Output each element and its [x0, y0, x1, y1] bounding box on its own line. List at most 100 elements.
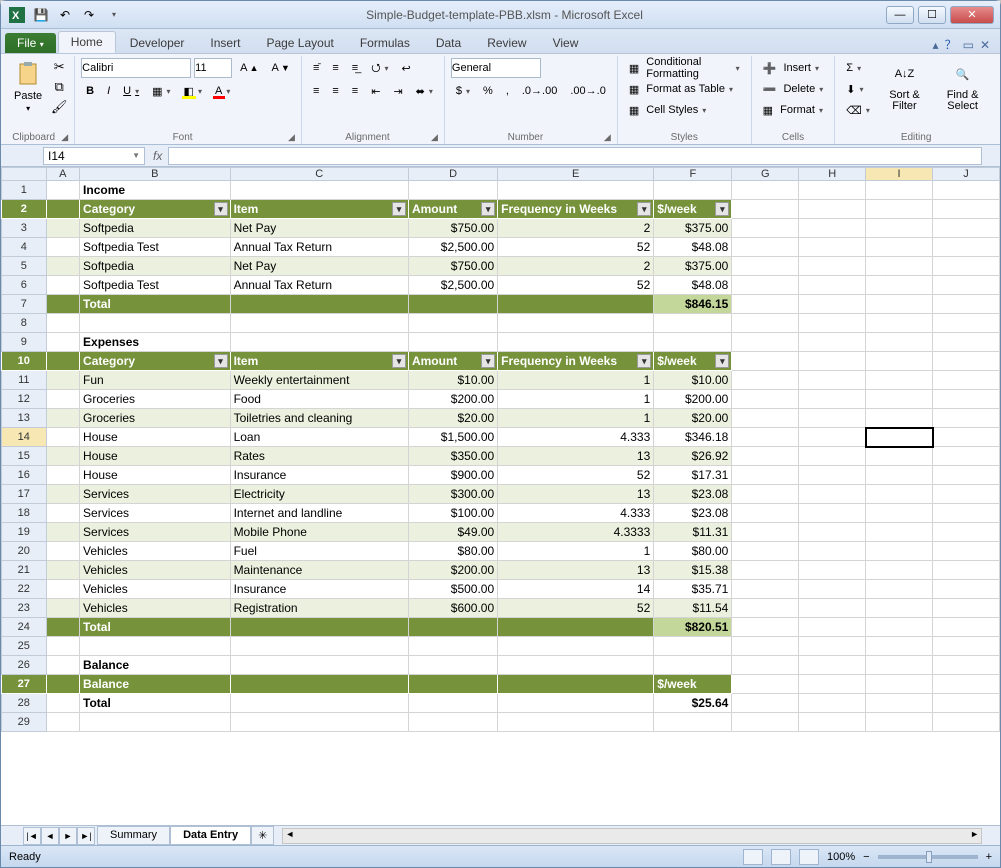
- cell-G29[interactable]: [732, 713, 799, 732]
- cell-I4[interactable]: [866, 238, 933, 257]
- save-icon[interactable]: 💾: [31, 5, 51, 25]
- cell-E14[interactable]: 4.333: [498, 428, 654, 447]
- cell-J8[interactable]: [933, 314, 1000, 333]
- cell-I19[interactable]: [866, 523, 933, 542]
- cell-E20[interactable]: 1: [498, 542, 654, 561]
- cell-D29[interactable]: [408, 713, 497, 732]
- cell-H16[interactable]: [799, 466, 866, 485]
- cell-F15[interactable]: $26.92: [654, 447, 732, 466]
- cell-G7[interactable]: [732, 295, 799, 314]
- paste-button[interactable]: Paste▾: [10, 58, 46, 115]
- sheet-tab-summary[interactable]: Summary: [97, 826, 170, 845]
- row-header-27[interactable]: 27: [2, 675, 47, 694]
- orientation-icon[interactable]: ⭯: [366, 58, 393, 78]
- cell-A2[interactable]: [46, 200, 79, 219]
- zoom-slider[interactable]: [878, 855, 978, 859]
- cell-C14[interactable]: Loan: [230, 428, 408, 447]
- cell-A9[interactable]: [46, 333, 79, 352]
- sheet-nav-first-icon[interactable]: |◄: [23, 827, 41, 845]
- row-header-12[interactable]: 12: [2, 390, 47, 409]
- cell-A7[interactable]: [46, 295, 79, 314]
- cell-F7[interactable]: $846.15: [654, 295, 732, 314]
- row-header-2[interactable]: 2: [2, 200, 47, 219]
- cell-A24[interactable]: [46, 618, 79, 637]
- shrink-font-icon[interactable]: A▼: [267, 58, 295, 78]
- cell-A13[interactable]: [46, 409, 79, 428]
- align-top-icon[interactable]: ≡̄: [308, 58, 324, 78]
- cell-H15[interactable]: [799, 447, 866, 466]
- row-header-24[interactable]: 24: [2, 618, 47, 637]
- worksheet-grid[interactable]: ABCDEFGHIJ1Income2Category▾Item▾Amount▾F…: [1, 167, 1000, 825]
- tab-page-layout[interactable]: Page Layout: [254, 33, 345, 53]
- cell-A20[interactable]: [46, 542, 79, 561]
- fill-color-icon[interactable]: ◧: [179, 81, 207, 101]
- filter-icon[interactable]: ▾: [392, 202, 406, 216]
- undo-icon[interactable]: ↶: [55, 5, 75, 25]
- align-middle-icon[interactable]: ≡: [327, 58, 343, 78]
- cell-A27[interactable]: [46, 675, 79, 694]
- cell-J26[interactable]: [933, 656, 1000, 675]
- cell-G5[interactable]: [732, 257, 799, 276]
- cell-G26[interactable]: [732, 656, 799, 675]
- cell-J11[interactable]: [933, 371, 1000, 390]
- autosum-icon[interactable]: Σ: [841, 58, 875, 78]
- cell-G27[interactable]: [732, 675, 799, 694]
- cell-F6[interactable]: $48.08: [654, 276, 732, 295]
- grow-font-icon[interactable]: A▲: [235, 58, 263, 78]
- cell-D18[interactable]: $100.00: [408, 504, 497, 523]
- cell-G12[interactable]: [732, 390, 799, 409]
- row-header-6[interactable]: 6: [2, 276, 47, 295]
- cell-G17[interactable]: [732, 485, 799, 504]
- cell-C27[interactable]: [230, 675, 408, 694]
- cell-F29[interactable]: [654, 713, 732, 732]
- comma-format-icon[interactable]: ,: [501, 81, 514, 101]
- cell-C12[interactable]: Food: [230, 390, 408, 409]
- cell-D28[interactable]: [408, 694, 497, 713]
- cell-H6[interactable]: [799, 276, 866, 295]
- row-header-14[interactable]: 14: [2, 428, 47, 447]
- cell-G2[interactable]: [732, 200, 799, 219]
- filter-icon[interactable]: ▾: [637, 354, 651, 368]
- cell-B29[interactable]: [80, 713, 231, 732]
- maximize-button[interactable]: ☐: [918, 6, 946, 24]
- cell-F4[interactable]: $48.08: [654, 238, 732, 257]
- cell-D26[interactable]: [408, 656, 497, 675]
- cell-C2[interactable]: Item▾: [230, 200, 408, 219]
- cell-G6[interactable]: [732, 276, 799, 295]
- cell-A6[interactable]: [46, 276, 79, 295]
- row-header-3[interactable]: 3: [2, 219, 47, 238]
- format-painter-icon[interactable]: 🖌: [50, 98, 68, 116]
- cell-C11[interactable]: Weekly entertainment: [230, 371, 408, 390]
- cell-J15[interactable]: [933, 447, 1000, 466]
- cell-F8[interactable]: [654, 314, 732, 333]
- cell-B26[interactable]: Balance: [80, 656, 231, 675]
- cell-C10[interactable]: Item▾: [230, 352, 408, 371]
- cell-A23[interactable]: [46, 599, 79, 618]
- cell-F24[interactable]: $820.51: [654, 618, 732, 637]
- row-header-20[interactable]: 20: [2, 542, 47, 561]
- cell-E22[interactable]: 14: [498, 580, 654, 599]
- cell-B15[interactable]: House: [80, 447, 231, 466]
- cell-D13[interactable]: $20.00: [408, 409, 497, 428]
- cell-F17[interactable]: $23.08: [654, 485, 732, 504]
- cell-B19[interactable]: Services: [80, 523, 231, 542]
- cell-G11[interactable]: [732, 371, 799, 390]
- cell-F25[interactable]: [654, 637, 732, 656]
- cell-I25[interactable]: [866, 637, 933, 656]
- cell-H25[interactable]: [799, 637, 866, 656]
- font-color-icon[interactable]: A: [210, 81, 235, 101]
- redo-icon[interactable]: ↷: [79, 5, 99, 25]
- column-header-B[interactable]: B: [80, 168, 231, 181]
- cell-H11[interactable]: [799, 371, 866, 390]
- column-header-J[interactable]: J: [933, 168, 1000, 181]
- sheet-nav-prev-icon[interactable]: ◄: [41, 827, 59, 845]
- cell-C13[interactable]: Toiletries and cleaning: [230, 409, 408, 428]
- cell-H1[interactable]: [799, 181, 866, 200]
- cell-A15[interactable]: [46, 447, 79, 466]
- align-right-icon[interactable]: ≡: [347, 81, 363, 101]
- cell-J1[interactable]: [933, 181, 1000, 200]
- cell-J4[interactable]: [933, 238, 1000, 257]
- cell-I7[interactable]: [866, 295, 933, 314]
- decrease-decimal-icon[interactable]: .00→.0: [565, 81, 610, 101]
- cell-C8[interactable]: [230, 314, 408, 333]
